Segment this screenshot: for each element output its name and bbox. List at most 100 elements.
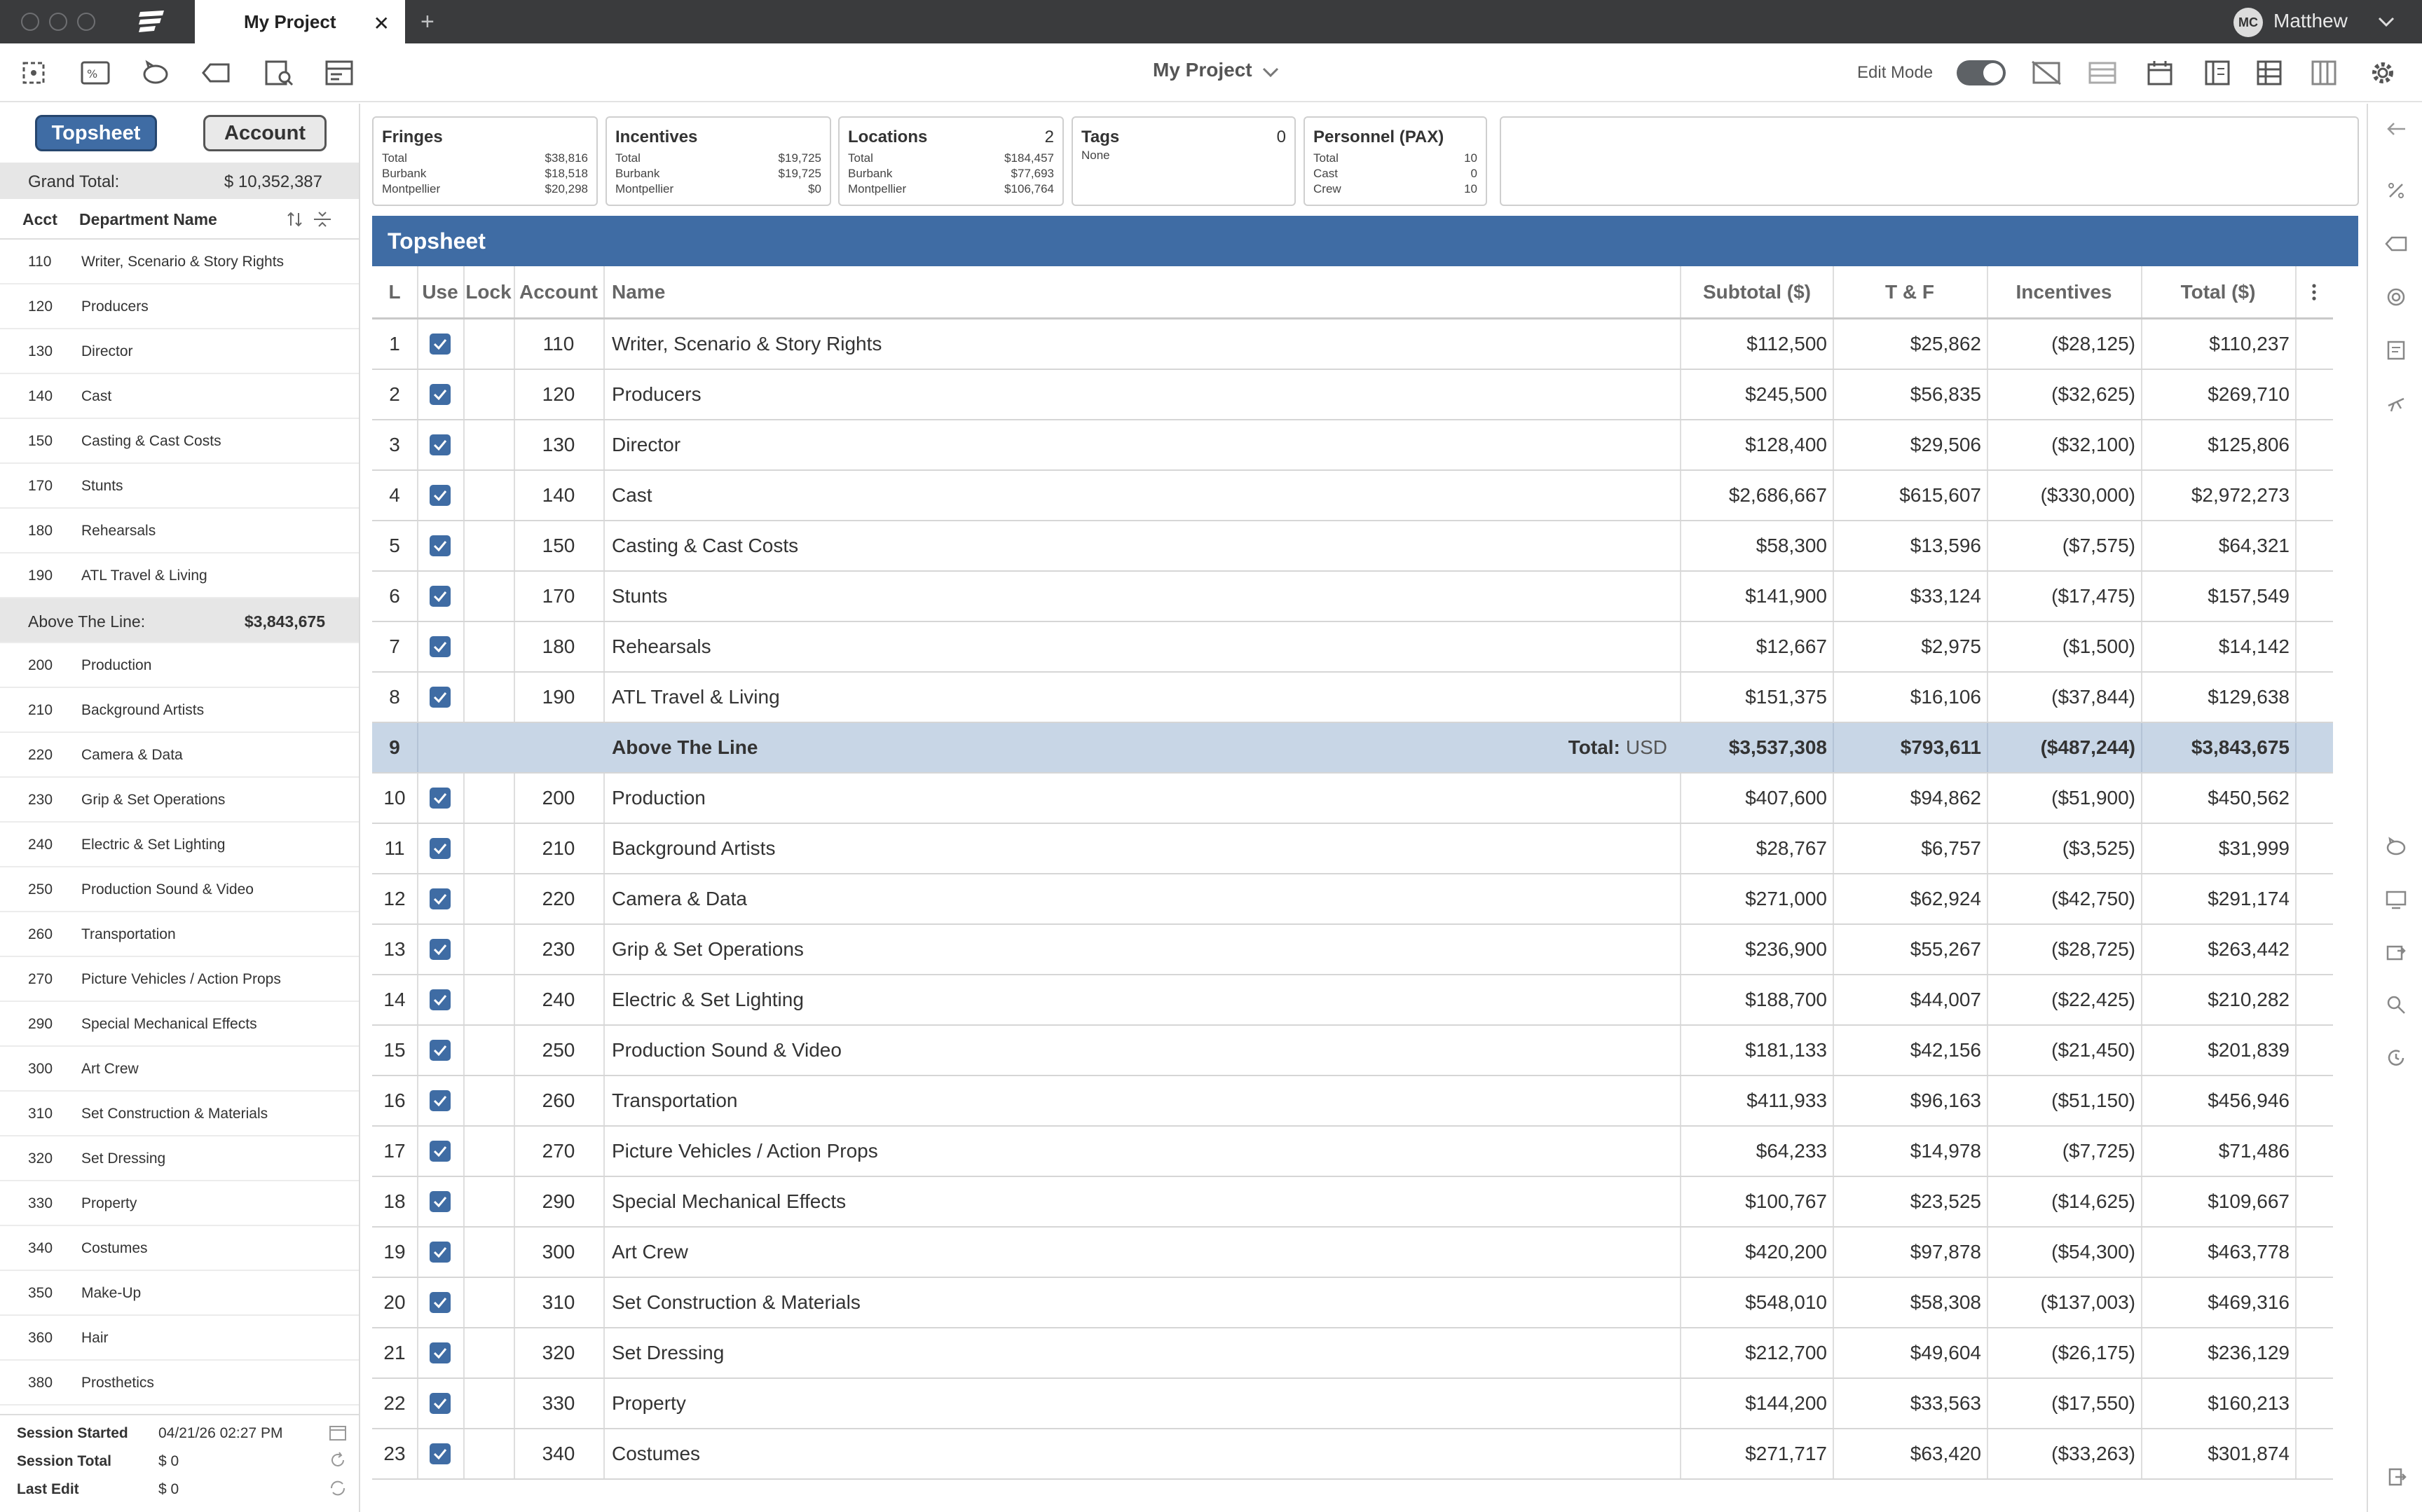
col-header-total[interactable]: Total ($)	[2141, 266, 2295, 317]
use-checkbox-cell[interactable]	[417, 370, 463, 419]
row-name[interactable]: Costumes	[603, 1429, 1353, 1478]
row-account[interactable]: 340	[514, 1429, 603, 1478]
lock-cell[interactable]	[463, 1379, 514, 1428]
table-row[interactable]: 14 240 Electric & Set Lighting $188,700 $44,…	[372, 975, 2333, 1026]
use-checkbox-cell[interactable]	[417, 1429, 463, 1478]
row-account[interactable]: 170	[514, 572, 603, 621]
col-header-account[interactable]: Account	[514, 266, 603, 317]
department-row[interactable]: 180 Rehearsals	[0, 509, 359, 554]
use-checkbox-cell[interactable]	[417, 471, 463, 520]
lock-cell[interactable]	[463, 420, 514, 469]
use-checkbox-cell[interactable]	[417, 1177, 463, 1226]
col-header-subtotal[interactable]: Subtotal ($)	[1681, 266, 1833, 317]
lock-cell[interactable]	[463, 1177, 514, 1226]
department-row[interactable]: 210 Background Artists	[0, 688, 359, 733]
table-row[interactable]: 7 180 Rehearsals $12,667 $2,975 ($1,500) $14,1…	[372, 622, 2333, 673]
use-checkbox[interactable]	[430, 1342, 451, 1363]
row-account[interactable]: 250	[514, 1026, 603, 1075]
table-row[interactable]: 12 220 Camera & Data $271,000 $62,924 ($42,75…	[372, 874, 2333, 925]
row-name[interactable]: Writer, Scenario & Story Rights	[603, 319, 1353, 369]
settings-gear-icon[interactable]	[2366, 57, 2400, 88]
use-checkbox[interactable]	[430, 384, 451, 405]
lock-cell[interactable]	[463, 925, 514, 974]
row-account[interactable]: 270	[514, 1127, 603, 1176]
use-checkbox[interactable]	[430, 586, 451, 607]
refresh-icon[interactable]	[328, 1478, 348, 1502]
fringes-icon[interactable]: %	[78, 57, 112, 88]
col-header-incentives[interactable]: Incentives	[1987, 266, 2141, 317]
use-checkbox[interactable]	[430, 1090, 451, 1111]
use-checkbox[interactable]	[430, 838, 451, 859]
use-checkbox[interactable]	[430, 485, 451, 506]
row-name[interactable]: Picture Vehicles / Action Props	[603, 1127, 1353, 1176]
table-row[interactable]: 23 340 Costumes $271,717 $63,420 ($33,263) $30…	[372, 1429, 2333, 1480]
use-checkbox-cell[interactable]	[417, 1228, 463, 1277]
use-checkbox-cell[interactable]	[417, 1026, 463, 1075]
row-account[interactable]: 330	[514, 1379, 603, 1428]
topsheet-tab-button[interactable]: Topsheet	[35, 115, 157, 151]
hide-zero-icon[interactable]	[2030, 57, 2063, 88]
department-row[interactable]: 150 Casting & Cast Costs	[0, 419, 359, 464]
collapse-icon[interactable]	[313, 210, 332, 233]
calendar-icon[interactable]	[2143, 57, 2177, 88]
table-row[interactable]: 3 130 Director $128,400 $29,506 ($32,100) $125…	[372, 420, 2333, 471]
col-header-l[interactable]: L	[372, 266, 417, 317]
row-name[interactable]: Stunts	[603, 572, 1353, 621]
use-checkbox[interactable]	[430, 1393, 451, 1414]
tags-icon[interactable]	[199, 57, 233, 88]
row-account[interactable]: 140	[514, 471, 603, 520]
use-checkbox-cell[interactable]	[417, 521, 463, 570]
use-checkbox-cell[interactable]	[417, 420, 463, 469]
department-row[interactable]: 220 Camera & Data	[0, 733, 359, 778]
col-header-name[interactable]: Name	[603, 266, 1353, 317]
collapse-arrow-left-icon[interactable]	[2382, 115, 2410, 143]
use-checkbox-cell[interactable]	[417, 925, 463, 974]
row-name[interactable]: Production	[603, 774, 1353, 823]
table-row[interactable]: 2 120 Producers $245,500 $56,835 ($32,625) $26…	[372, 370, 2333, 420]
window-close-dot[interactable]	[21, 13, 39, 31]
use-checkbox[interactable]	[430, 888, 451, 909]
row-name[interactable]: Art Crew	[603, 1228, 1353, 1277]
row-account[interactable]: 110	[514, 319, 603, 369]
row-account[interactable]: 120	[514, 370, 603, 419]
tab-close-icon[interactable]: ✕	[374, 12, 390, 35]
row-name[interactable]: Producers	[603, 370, 1353, 419]
department-row[interactable]: 120 Producers	[0, 284, 359, 329]
use-checkbox[interactable]	[430, 535, 451, 556]
use-checkbox[interactable]	[430, 989, 451, 1010]
row-name[interactable]: Cast	[603, 471, 1353, 520]
lock-cell[interactable]	[463, 622, 514, 671]
table-row[interactable]: 17 270 Picture Vehicles / Action Props $64,…	[372, 1127, 2333, 1177]
sort-icon[interactable]	[286, 210, 304, 233]
use-checkbox-cell[interactable]	[417, 1127, 463, 1176]
exit-icon[interactable]	[2382, 1463, 2410, 1491]
department-row[interactable]: 330 Property	[0, 1181, 359, 1226]
department-row[interactable]: 380 Prosthetics	[0, 1361, 359, 1406]
lock-cell[interactable]	[463, 319, 514, 369]
use-checkbox[interactable]	[430, 1443, 451, 1464]
section-total-row[interactable]: 9 Above The Line Total: USD $3,537,308 $793,6…	[372, 723, 2333, 774]
use-checkbox-cell[interactable]	[417, 1328, 463, 1377]
row-account[interactable]: 190	[514, 673, 603, 722]
table-row[interactable]: 20 310 Set Construction & Materials $548,01…	[372, 1278, 2333, 1328]
row-account[interactable]: 200	[514, 774, 603, 823]
lock-cell[interactable]	[463, 572, 514, 621]
grid-view-icon[interactable]	[2252, 57, 2286, 88]
tags-card[interactable]: Tags 0 None	[1072, 116, 1296, 206]
personnel-card[interactable]: Personnel (PAX) Total 10 Cast 0 Crew 10	[1304, 116, 1487, 206]
row-name[interactable]: Set Construction & Materials	[603, 1278, 1353, 1327]
lock-cell[interactable]	[463, 1328, 514, 1377]
use-checkbox[interactable]	[430, 434, 451, 455]
column-menu-icon[interactable]	[2295, 266, 2333, 317]
use-checkbox[interactable]	[430, 687, 451, 708]
department-row[interactable]: 340 Costumes	[0, 1226, 359, 1271]
department-row[interactable]: 260 Transportation	[0, 912, 359, 957]
edit-mode-toggle[interactable]	[1957, 60, 2006, 85]
department-row[interactable]: 300 Art Crew	[0, 1047, 359, 1092]
table-row[interactable]: 15 250 Production Sound & Video $181,133 $42…	[372, 1026, 2333, 1076]
row-account[interactable]: 290	[514, 1177, 603, 1226]
rows-view-icon[interactable]	[2086, 57, 2119, 88]
use-checkbox[interactable]	[430, 636, 451, 657]
report-search-icon[interactable]	[262, 57, 296, 88]
travel-plane-icon[interactable]	[2382, 390, 2410, 418]
